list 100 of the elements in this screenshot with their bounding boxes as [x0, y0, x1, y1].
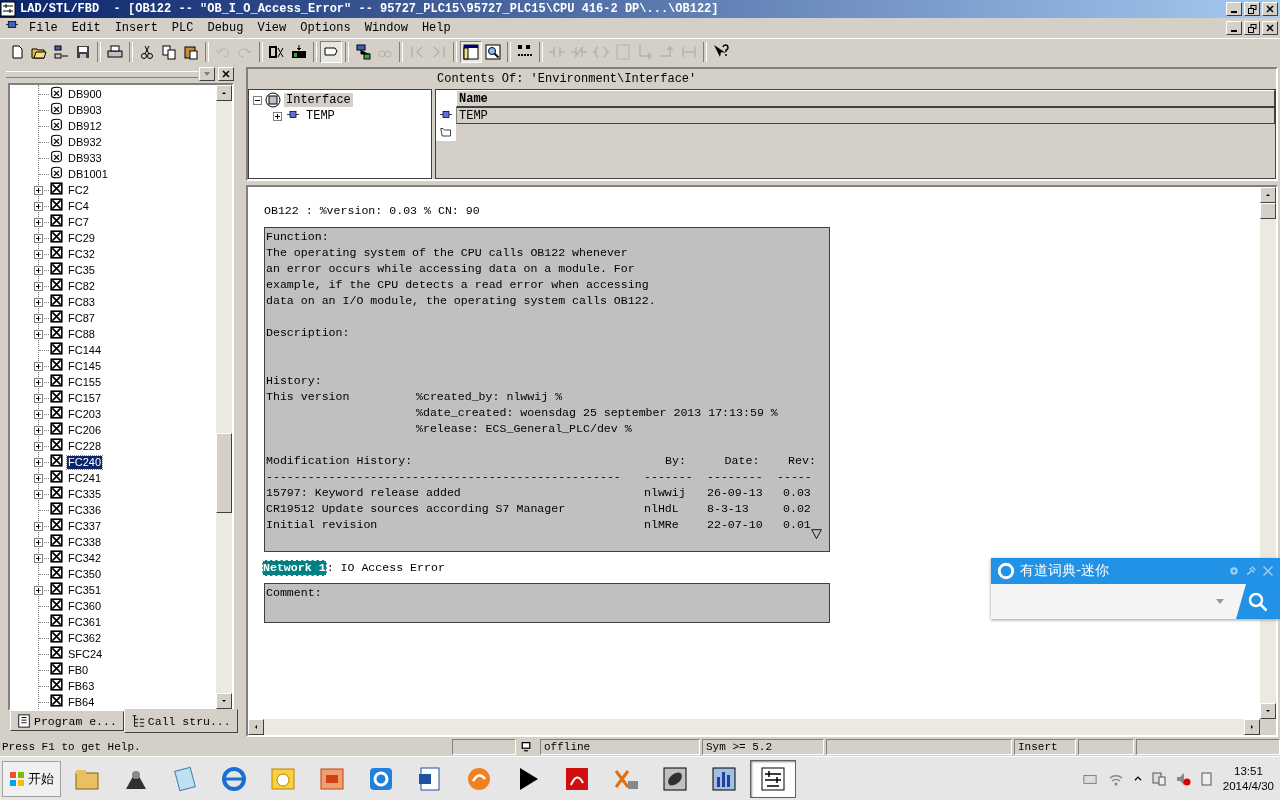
- row-header[interactable]: [436, 124, 456, 141]
- tree-item[interactable]: FC241: [67, 471, 103, 485]
- restore-button[interactable]: [1244, 2, 1260, 16]
- tree-item[interactable]: FC228: [67, 439, 103, 453]
- block-comment[interactable]: [264, 227, 830, 552]
- minimize-button[interactable]: [1226, 2, 1242, 16]
- expand-icon[interactable]: [34, 217, 43, 227]
- tree-item[interactable]: FC83: [67, 295, 96, 309]
- network-label[interactable]: Network 1: [262, 560, 327, 576]
- tree-item[interactable]: SFC24: [67, 647, 104, 661]
- tree-item[interactable]: FC337: [67, 519, 103, 533]
- tree-item[interactable]: FC4: [67, 199, 90, 213]
- dropdown-button[interactable]: [199, 67, 215, 81]
- tree-item[interactable]: DB933: [67, 151, 103, 165]
- tree-item[interactable]: FC157: [67, 391, 103, 405]
- expand-icon[interactable]: [34, 473, 43, 483]
- panel-tab[interactable]: Program e...: [10, 711, 124, 731]
- expand-icon[interactable]: [34, 233, 43, 243]
- menu-item[interactable]: Help: [414, 21, 458, 35]
- tree-item[interactable]: FC2: [67, 183, 90, 197]
- menu-item[interactable]: Debug: [200, 21, 251, 35]
- menu-item[interactable]: View: [250, 21, 294, 35]
- start-button[interactable]: 开始: [2, 760, 61, 797]
- tree-item[interactable]: FC342: [67, 551, 103, 565]
- tree-item[interactable]: FC87: [67, 311, 96, 325]
- clock[interactable]: 13:51 2014/4/30: [1222, 763, 1274, 794]
- expand-icon[interactable]: [34, 281, 43, 291]
- expand-icon[interactable]: [34, 377, 43, 387]
- tree-item[interactable]: FC144: [67, 343, 103, 357]
- tree-item[interactable]: FC338: [67, 535, 103, 549]
- column-header[interactable]: Name: [456, 90, 1275, 107]
- menu-item[interactable]: Edit: [64, 21, 108, 35]
- tree-item[interactable]: FC82: [67, 279, 96, 293]
- panel-grip[interactable]: [6, 70, 198, 78]
- expand-icon[interactable]: [34, 553, 43, 563]
- tree-item[interactable]: FC7: [67, 215, 90, 229]
- tree-item[interactable]: DB903: [67, 103, 103, 117]
- expand-icon[interactable]: [34, 249, 43, 259]
- expand-icon[interactable]: [34, 185, 43, 195]
- tree-item[interactable]: FC362: [67, 631, 103, 645]
- menu-item[interactable]: Options: [293, 21, 358, 35]
- tree-item[interactable]: FB63: [67, 679, 96, 693]
- menu-item[interactable]: Window: [357, 21, 415, 35]
- toolbar-button[interactable]: [482, 41, 504, 63]
- expand-icon[interactable]: [34, 297, 43, 307]
- search-field[interactable]: [991, 584, 1236, 619]
- tree-item[interactable]: DB932: [67, 135, 103, 149]
- expand-icon[interactable]: [34, 361, 43, 371]
- scroll-down-button[interactable]: [1260, 703, 1276, 719]
- expand-icon[interactable]: [34, 265, 43, 275]
- tree-item[interactable]: FC145: [67, 359, 103, 373]
- table-cell[interactable]: TEMP: [456, 107, 1275, 124]
- expand-icon[interactable]: [34, 457, 43, 467]
- tree-item[interactable]: FC351: [67, 583, 103, 597]
- tree-item[interactable]: DB1001: [67, 167, 109, 181]
- expand-icon[interactable]: [34, 441, 43, 451]
- expand-icon[interactable]: [34, 521, 43, 531]
- tree-item[interactable]: DB900: [67, 87, 103, 101]
- tree-item[interactable]: FB64: [67, 695, 96, 709]
- restore-button[interactable]: [1244, 21, 1260, 35]
- expand-icon[interactable]: [34, 585, 43, 595]
- tree-item[interactable]: FC240: [67, 455, 103, 469]
- tree-item[interactable]: FB0: [67, 663, 90, 677]
- menu-item[interactable]: Insert: [107, 21, 165, 35]
- close-button[interactable]: [218, 67, 234, 81]
- tree-item[interactable]: FC32: [67, 247, 96, 261]
- panel-tab[interactable]: Call stru...: [123, 709, 238, 733]
- expand-icon[interactable]: [273, 111, 282, 121]
- tree-item[interactable]: FC155: [67, 375, 103, 389]
- close-button[interactable]: [1262, 21, 1278, 35]
- expand-icon[interactable]: [34, 409, 43, 419]
- tree-item[interactable]: FC203: [67, 407, 103, 421]
- tree-item[interactable]: FC360: [67, 599, 103, 613]
- expand-icon[interactable]: [34, 537, 43, 547]
- toolbar-button[interactable]: [460, 41, 482, 63]
- scroll-thumb[interactable]: [216, 432, 232, 513]
- expand-icon[interactable]: [34, 393, 43, 403]
- tree-item[interactable]: FC35: [67, 263, 96, 277]
- scroll-down-button[interactable]: [216, 693, 232, 709]
- tree-item[interactable]: FC29: [67, 231, 96, 245]
- tree-item[interactable]: TEMP: [304, 109, 337, 123]
- minimize-button[interactable]: [1226, 21, 1242, 35]
- tree-item[interactable]: Interface: [284, 93, 353, 107]
- expand-icon[interactable]: [34, 313, 43, 323]
- tree-item[interactable]: FC361: [67, 615, 103, 629]
- tree-item[interactable]: DB912: [67, 119, 103, 133]
- tree-item[interactable]: FC336: [67, 503, 103, 517]
- collapse-icon[interactable]: [253, 95, 262, 105]
- tree-item[interactable]: FC350: [67, 567, 103, 581]
- tree-item[interactable]: FC88: [67, 327, 96, 341]
- scroll-up-button[interactable]: [1260, 187, 1276, 203]
- expand-icon[interactable]: [34, 329, 43, 339]
- tree-item[interactable]: FC206: [67, 423, 103, 437]
- caret-icon[interactable]: [1216, 599, 1224, 604]
- scroll-up-button[interactable]: [216, 85, 232, 101]
- scroll-left-button[interactable]: [248, 719, 264, 735]
- menu-item[interactable]: File: [22, 21, 65, 35]
- expand-icon[interactable]: [34, 201, 43, 211]
- menu-item[interactable]: PLC: [164, 21, 201, 35]
- taskbar-app-button[interactable]: [750, 759, 796, 798]
